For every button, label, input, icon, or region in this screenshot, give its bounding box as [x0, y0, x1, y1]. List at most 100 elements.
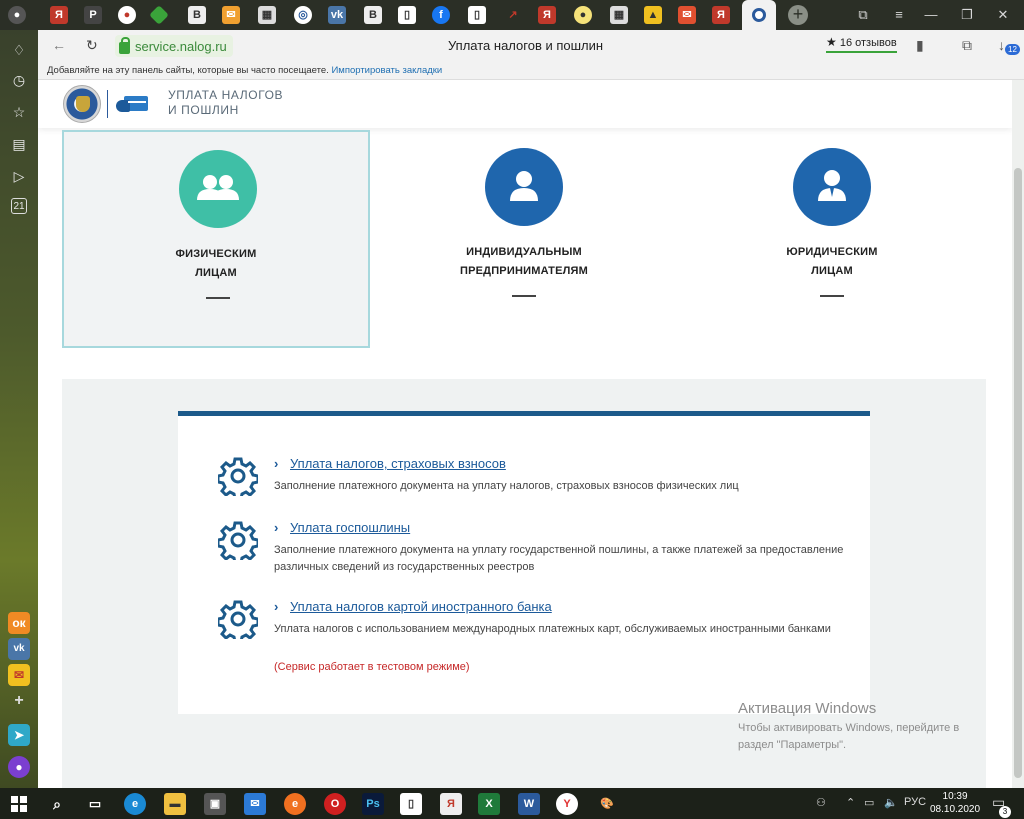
- yandex-app-icon[interactable]: Я: [440, 793, 462, 815]
- tabs-icon[interactable]: ⧉: [852, 5, 874, 25]
- service-link-taxes[interactable]: › Уплата налогов, страховых взносов: [274, 456, 506, 471]
- network-icon[interactable]: ▭: [864, 796, 874, 809]
- system-clock[interactable]: 10:39 08.10.2020: [930, 790, 980, 816]
- mail-icon[interactable]: ✉: [8, 664, 30, 686]
- mail-app-icon[interactable]: ✉: [244, 793, 266, 815]
- opera-icon[interactable]: O: [324, 793, 346, 815]
- file-icon[interactable]: ▯: [400, 793, 422, 815]
- mail-tab-icon-2[interactable]: ✉: [678, 6, 696, 24]
- url-field[interactable]: service.nalog.ru: [115, 35, 233, 57]
- page-scrollbar[interactable]: [1012, 80, 1024, 788]
- category-individuals[interactable]: ФИЗИЧЕСКИМ ЛИЦАМ: [62, 130, 370, 348]
- odnoklassniki-icon[interactable]: ок: [8, 612, 30, 634]
- notes-icon[interactable]: ▤: [9, 134, 29, 154]
- new-tab-button[interactable]: +: [788, 5, 808, 25]
- image-tab-icon[interactable]: ▲: [644, 6, 662, 24]
- back-icon[interactable]: ←: [52, 37, 66, 53]
- close-icon[interactable]: ✕: [992, 5, 1014, 25]
- messenger-icon[interactable]: ➤: [8, 724, 30, 746]
- category-entrepreneurs[interactable]: ИНДИВИДУАЛЬНЫМ ПРЕДПРИНИМАТЕЛЯМ: [370, 130, 678, 348]
- windows-activation-watermark: Активация Windows Чтобы активировать Win…: [738, 700, 988, 754]
- language-indicator[interactable]: РУС: [904, 796, 926, 808]
- bookmarks-bar: Добавляйте на эту панель сайты, которые …: [38, 62, 1024, 80]
- tab-icon-10[interactable]: B: [364, 6, 382, 24]
- history-icon[interactable]: ◷: [9, 70, 29, 90]
- yandex-tab-icon[interactable]: Я: [50, 6, 68, 24]
- alice-icon[interactable]: ●: [8, 756, 30, 778]
- service-description: Уплата налогов с использованием междунар…: [274, 623, 831, 635]
- category-label-line2: ПРЕДПРИНИМАТЕЛЯМ: [459, 265, 589, 277]
- watermark-text: Чтобы активировать Windows, перейдите в …: [738, 722, 960, 751]
- tab-icon-4[interactable]: [149, 5, 169, 25]
- restore-icon[interactable]: ❐: [956, 5, 978, 25]
- play-icon[interactable]: ▷: [9, 166, 29, 186]
- clock-date: 08.10.2020: [930, 804, 981, 815]
- address-bar: ← ↻ service.nalog.ru Уплата налогов и по…: [38, 30, 1024, 62]
- watermark-title: Активация Windows: [738, 700, 877, 717]
- paint-icon[interactable]: 🎨: [596, 793, 618, 815]
- service-link-state-duty[interactable]: › Уплата госпошлины: [274, 520, 410, 535]
- category-label-line2: ЛИЦАМ: [811, 265, 853, 277]
- word-icon[interactable]: W: [518, 793, 540, 815]
- scroll-thumb[interactable]: [1014, 168, 1022, 778]
- import-bookmarks-link[interactable]: Импортировать закладки: [331, 65, 442, 76]
- downloads-icon[interactable]: ↓: [998, 37, 1005, 53]
- fns-emblem-icon[interactable]: [63, 85, 101, 123]
- people-icon[interactable]: ⚇: [816, 796, 826, 809]
- category-label-line1: ИНДИВИДУАЛЬНЫМ: [466, 246, 582, 258]
- store-icon[interactable]: ▣: [204, 793, 226, 815]
- windows-taskbar: ⌕ ▭ e ▬ ▣ ✉ e O Ps ▯ Я X W Y 🎨 ⚇ ⌃ ▭ 🔈 Р…: [0, 788, 1024, 819]
- browser-icon[interactable]: e: [284, 793, 306, 815]
- calendar-icon[interactable]: 21: [11, 198, 27, 214]
- site-title[interactable]: УПЛАТА НАЛОГОВ И ПОШЛИН: [168, 88, 283, 118]
- p-tab-icon[interactable]: P: [84, 6, 102, 24]
- site-header: УПЛАТА НАЛОГОВ И ПОШЛИН: [38, 80, 1012, 128]
- star-icon[interactable]: ☆: [9, 102, 29, 122]
- chevron-right-icon: ›: [274, 456, 279, 471]
- service-title: Уплата госпошлины: [290, 520, 411, 535]
- vk-tab-icon[interactable]: vk: [328, 6, 346, 24]
- yandex-browser-icon[interactable]: Y: [556, 793, 578, 815]
- search-icon[interactable]: ⌕: [46, 793, 68, 815]
- vk-icon[interactable]: vk: [8, 638, 30, 660]
- extensions-icon[interactable]: ⧉: [962, 37, 972, 54]
- doc-tab-icon-2[interactable]: ▯: [468, 6, 486, 24]
- chart-tab-icon[interactable]: ↗: [504, 6, 522, 24]
- category-label-line1: ФИЗИЧЕСКИМ: [175, 248, 257, 260]
- reload-icon[interactable]: ↻: [86, 37, 98, 54]
- tab-icon-3[interactable]: ●: [118, 6, 136, 24]
- reviews-button[interactable]: ★ 16 отзывов: [826, 35, 897, 53]
- active-tab[interactable]: [742, 0, 776, 30]
- excel-icon[interactable]: X: [478, 793, 500, 815]
- facebook-tab-icon[interactable]: f: [432, 6, 450, 24]
- yandex-tab-icon-2[interactable]: Я: [538, 6, 556, 24]
- minimize-icon[interactable]: —: [920, 5, 942, 25]
- nalog-tab-icon: [752, 8, 766, 22]
- tab-icon-17[interactable]: ▦: [610, 6, 628, 24]
- doc-tab-icon[interactable]: ▯: [398, 6, 416, 24]
- payment-card-icon[interactable]: [116, 94, 150, 114]
- notifications-badge: 3: [999, 806, 1011, 818]
- menu-icon[interactable]: ≡: [888, 5, 910, 25]
- windows-start-icon[interactable]: [8, 793, 30, 815]
- tab-icon-8[interactable]: ◎: [294, 6, 312, 24]
- volume-icon[interactable]: 🔈: [884, 796, 898, 809]
- task-view-icon[interactable]: ▭: [84, 793, 106, 815]
- explorer-icon[interactable]: ▬: [164, 793, 186, 815]
- category-legal-entities[interactable]: ЮРИДИЧЕСКИМ ЛИЦАМ: [678, 130, 986, 348]
- add-panel-icon[interactable]: +: [8, 690, 30, 712]
- downloads-badge: 12: [1005, 44, 1020, 55]
- bell-icon[interactable]: ♢: [9, 40, 29, 60]
- photoshop-icon[interactable]: Ps: [362, 793, 384, 815]
- tab-icon-7[interactable]: ▦: [258, 6, 276, 24]
- tab-icon-16[interactable]: ●: [574, 6, 592, 24]
- yandex-tab-icon-3[interactable]: Я: [712, 6, 730, 24]
- service-link-foreign-card[interactable]: › Уплата налогов картой иностранного банк…: [274, 599, 552, 614]
- service-description: Заполнение платежного документа на уплат…: [274, 480, 739, 492]
- chevron-up-icon[interactable]: ⌃: [846, 796, 855, 809]
- edge-icon[interactable]: e: [124, 793, 146, 815]
- tab-icon-5[interactable]: B: [188, 6, 206, 24]
- mail-tab-icon[interactable]: ✉: [222, 6, 240, 24]
- profile-icon[interactable]: ●: [8, 6, 26, 24]
- bookmark-icon[interactable]: ▮: [916, 37, 924, 54]
